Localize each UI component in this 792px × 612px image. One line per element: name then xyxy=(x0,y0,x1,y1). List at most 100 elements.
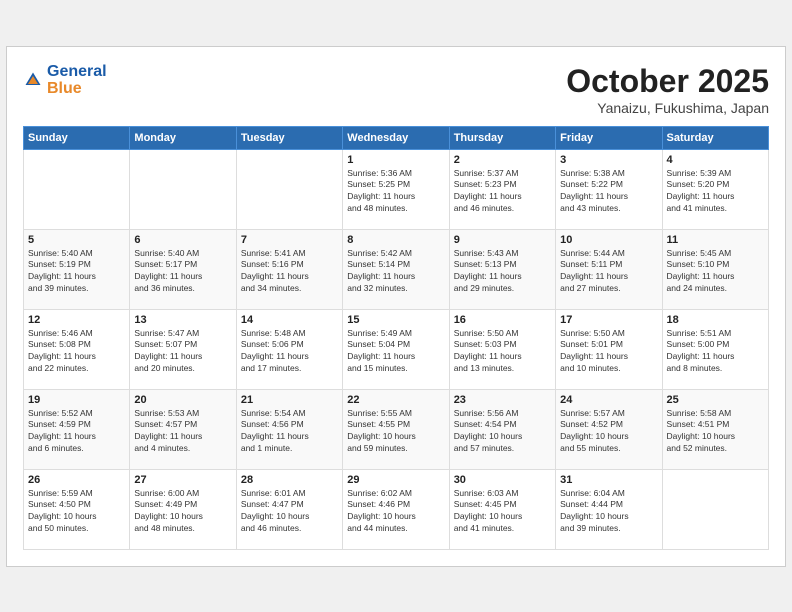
header-area: General Blue October 2025 Yanaizu, Fukus… xyxy=(23,63,769,116)
day-info: Sunrise: 5:44 AM Sunset: 5:11 PM Dayligh… xyxy=(560,248,657,296)
column-header-saturday: Saturday xyxy=(662,126,768,149)
logo-text-blue: Blue xyxy=(47,80,107,98)
calendar-week-1: 5 Sunrise: 5:40 AM Sunset: 5:19 PM Daylig… xyxy=(24,229,769,309)
calendar-cell xyxy=(130,149,236,229)
column-header-thursday: Thursday xyxy=(449,126,555,149)
calendar-week-4: 26Sunrise: 5:59 AM Sunset: 4:50 PM Dayli… xyxy=(24,469,769,549)
day-number: 14 xyxy=(241,314,338,326)
calendar-cell: 22 Sunrise: 5:55 AM Sunset: 4:55 PM Dayli… xyxy=(343,389,449,469)
day-info: Sunrise: 6:03 AM Sunset: 4:45 PM Dayligh… xyxy=(454,488,551,536)
day-info: Sunrise: 5:49 AM Sunset: 5:04 PM Dayligh… xyxy=(347,328,444,376)
calendar-cell: 29 Sunrise: 6:02 AM Sunset: 4:46 PM Dayli… xyxy=(343,469,449,549)
day-info: Sunrise: 5:40 AM Sunset: 5:17 PM Dayligh… xyxy=(134,248,231,296)
day-number: 13 xyxy=(134,314,231,326)
calendar-header-row: SundayMondayTuesdayWednesdayThursdayFrid… xyxy=(24,126,769,149)
day-info: Sunrise: 5:42 AM Sunset: 5:14 PM Dayligh… xyxy=(347,248,444,296)
day-number: 17 xyxy=(560,314,657,326)
day-number: 19 xyxy=(28,394,125,406)
calendar-week-3: 19 Sunrise: 5:52 AM Sunset: 4:59 PM Dayli… xyxy=(24,389,769,469)
day-number: 12 xyxy=(28,314,125,326)
day-info: Sunrise: 6:04 AM Sunset: 4:44 PM Dayligh… xyxy=(560,488,657,536)
calendar-cell: 25 Sunrise: 5:58 AM Sunset: 4:51 PM Dayli… xyxy=(662,389,768,469)
day-number: 11 xyxy=(667,234,764,246)
calendar-cell xyxy=(24,149,130,229)
calendar-cell: 28 Sunrise: 6:01 AM Sunset: 4:47 PM Dayli… xyxy=(236,469,342,549)
calendar-cell xyxy=(662,469,768,549)
day-number: 30 xyxy=(454,474,551,486)
day-info: Sunrise: 6:00 AM Sunset: 4:49 PM Dayligh… xyxy=(134,488,231,536)
calendar-cell: 5 Sunrise: 5:40 AM Sunset: 5:19 PM Daylig… xyxy=(24,229,130,309)
calendar-cell: 17 Sunrise: 5:50 AM Sunset: 5:01 PM Dayli… xyxy=(556,309,662,389)
calendar-cell: 31 Sunrise: 6:04 AM Sunset: 4:44 PM Dayli… xyxy=(556,469,662,549)
day-info: Sunrise: 5:39 AM Sunset: 5:20 PM Dayligh… xyxy=(667,168,764,216)
calendar-week-0: 1 Sunrise: 5:36 AM Sunset: 5:25 PM Daylig… xyxy=(24,149,769,229)
calendar-cell: 8 Sunrise: 5:42 AM Sunset: 5:14 PM Daylig… xyxy=(343,229,449,309)
day-number: 9 xyxy=(454,234,551,246)
day-info: Sunrise: 5:58 AM Sunset: 4:51 PM Dayligh… xyxy=(667,408,764,456)
day-number: 29 xyxy=(347,474,444,486)
day-number: 3 xyxy=(560,154,657,166)
day-number: 25 xyxy=(667,394,764,406)
calendar-cell: 9 Sunrise: 5:43 AM Sunset: 5:13 PM Daylig… xyxy=(449,229,555,309)
calendar-cell: 30 Sunrise: 6:03 AM Sunset: 4:45 PM Dayli… xyxy=(449,469,555,549)
day-info: Sunrise: 5:52 AM Sunset: 4:59 PM Dayligh… xyxy=(28,408,125,456)
day-info: Sunrise: 5:48 AM Sunset: 5:06 PM Dayligh… xyxy=(241,328,338,376)
day-info: Sunrise: 5:57 AM Sunset: 4:52 PM Dayligh… xyxy=(560,408,657,456)
day-number: 15 xyxy=(347,314,444,326)
day-info: Sunrise: 5:41 AM Sunset: 5:16 PM Dayligh… xyxy=(241,248,338,296)
calendar-cell: 27 Sunrise: 6:00 AM Sunset: 4:49 PM Dayli… xyxy=(130,469,236,549)
day-number: 26 xyxy=(28,474,125,486)
day-info: Sunrise: 5:51 AM Sunset: 5:00 PM Dayligh… xyxy=(667,328,764,376)
day-info: Sunrise: 5:45 AM Sunset: 5:10 PM Dayligh… xyxy=(667,248,764,296)
day-info: Sunrise: 5:56 AM Sunset: 4:54 PM Dayligh… xyxy=(454,408,551,456)
calendar-cell: 6Sunrise: 5:40 AM Sunset: 5:17 PM Daylig… xyxy=(130,229,236,309)
day-info: Sunrise: 5:38 AM Sunset: 5:22 PM Dayligh… xyxy=(560,168,657,216)
day-number: 16 xyxy=(454,314,551,326)
day-number: 4 xyxy=(667,154,764,166)
day-info: Sunrise: 5:53 AM Sunset: 4:57 PM Dayligh… xyxy=(134,408,231,456)
day-info: Sunrise: 5:36 AM Sunset: 5:25 PM Dayligh… xyxy=(347,168,444,216)
calendar-cell: 15 Sunrise: 5:49 AM Sunset: 5:04 PM Dayli… xyxy=(343,309,449,389)
calendar-cell: 1 Sunrise: 5:36 AM Sunset: 5:25 PM Daylig… xyxy=(343,149,449,229)
calendar-cell: 10 Sunrise: 5:44 AM Sunset: 5:11 PM Dayli… xyxy=(556,229,662,309)
column-header-friday: Friday xyxy=(556,126,662,149)
column-header-sunday: Sunday xyxy=(24,126,130,149)
day-info: Sunrise: 5:47 AM Sunset: 5:07 PM Dayligh… xyxy=(134,328,231,376)
title-area: October 2025 Yanaizu, Fukushima, Japan xyxy=(566,63,769,116)
day-info: Sunrise: 6:02 AM Sunset: 4:46 PM Dayligh… xyxy=(347,488,444,536)
day-number: 1 xyxy=(347,154,444,166)
calendar-cell xyxy=(236,149,342,229)
day-info: Sunrise: 6:01 AM Sunset: 4:47 PM Dayligh… xyxy=(241,488,338,536)
calendar-week-2: 12Sunrise: 5:46 AM Sunset: 5:08 PM Dayli… xyxy=(24,309,769,389)
calendar-cell: 18Sunrise: 5:51 AM Sunset: 5:00 PM Dayli… xyxy=(662,309,768,389)
day-info: Sunrise: 5:37 AM Sunset: 5:23 PM Dayligh… xyxy=(454,168,551,216)
calendar-cell: 4 Sunrise: 5:39 AM Sunset: 5:20 PM Daylig… xyxy=(662,149,768,229)
calendar-cell: 13 Sunrise: 5:47 AM Sunset: 5:07 PM Dayli… xyxy=(130,309,236,389)
calendar-cell: 12Sunrise: 5:46 AM Sunset: 5:08 PM Dayli… xyxy=(24,309,130,389)
day-info: Sunrise: 5:40 AM Sunset: 5:19 PM Dayligh… xyxy=(28,248,125,296)
calendar-cell: 21Sunrise: 5:54 AM Sunset: 4:56 PM Dayli… xyxy=(236,389,342,469)
calendar-cell: 3 Sunrise: 5:38 AM Sunset: 5:22 PM Daylig… xyxy=(556,149,662,229)
day-number: 31 xyxy=(560,474,657,486)
day-number: 22 xyxy=(347,394,444,406)
location-subtitle: Yanaizu, Fukushima, Japan xyxy=(566,100,769,116)
calendar-cell: 20 Sunrise: 5:53 AM Sunset: 4:57 PM Dayli… xyxy=(130,389,236,469)
day-number: 21 xyxy=(241,394,338,406)
day-number: 5 xyxy=(28,234,125,246)
calendar-table: SundayMondayTuesdayWednesdayThursdayFrid… xyxy=(23,126,769,550)
day-number: 27 xyxy=(134,474,231,486)
day-number: 20 xyxy=(134,394,231,406)
day-number: 28 xyxy=(241,474,338,486)
day-info: Sunrise: 5:43 AM Sunset: 5:13 PM Dayligh… xyxy=(454,248,551,296)
day-info: Sunrise: 5:50 AM Sunset: 5:03 PM Dayligh… xyxy=(454,328,551,376)
day-number: 10 xyxy=(560,234,657,246)
calendar-cell: 24Sunrise: 5:57 AM Sunset: 4:52 PM Dayli… xyxy=(556,389,662,469)
day-number: 8 xyxy=(347,234,444,246)
calendar-cell: 26Sunrise: 5:59 AM Sunset: 4:50 PM Dayli… xyxy=(24,469,130,549)
day-number: 7 xyxy=(241,234,338,246)
day-info: Sunrise: 5:55 AM Sunset: 4:55 PM Dayligh… xyxy=(347,408,444,456)
calendar-cell: 7 Sunrise: 5:41 AM Sunset: 5:16 PM Daylig… xyxy=(236,229,342,309)
logo-icon xyxy=(23,70,43,90)
day-number: 23 xyxy=(454,394,551,406)
day-info: Sunrise: 5:50 AM Sunset: 5:01 PM Dayligh… xyxy=(560,328,657,376)
